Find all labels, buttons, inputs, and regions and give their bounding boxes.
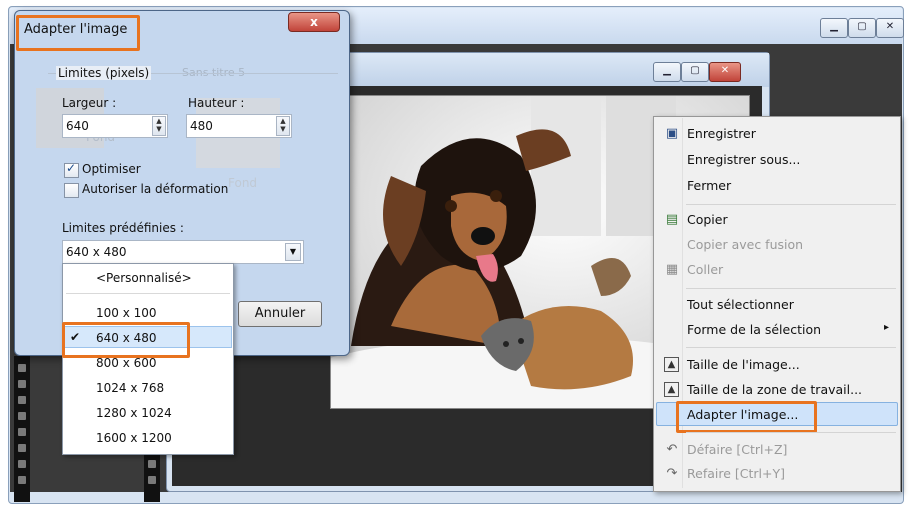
check-icon: ✔ <box>70 330 81 344</box>
optimize-checkbox[interactable]: ✓ <box>64 161 79 178</box>
dropdown-option-1024[interactable]: 1024 x 768 <box>96 381 164 395</box>
app-maximize-button[interactable]: ▢ <box>848 18 876 38</box>
dropdown-option-1280[interactable]: 1280 x 1024 <box>96 406 172 420</box>
image-close-button[interactable]: ✕ <box>709 62 741 82</box>
menu-item-copier-avec-fusion[interactable]: Copier avec fusion <box>687 237 803 252</box>
close-icon: x <box>310 15 318 29</box>
menu-separator <box>686 288 896 289</box>
app-close-button[interactable]: ✕ <box>876 18 904 38</box>
menu-item-fermer[interactable]: Fermer <box>687 178 731 193</box>
width-value: 640 <box>66 119 89 133</box>
menu-item-adapter-image[interactable]: Adapter l'image... <box>687 407 798 422</box>
width-spinner[interactable]: ▲ ▼ <box>152 116 166 136</box>
canvas-size-icon: ▲ <box>664 382 679 397</box>
menu-item-copier[interactable]: Copier <box>687 212 728 227</box>
close-icon: ✕ <box>720 65 730 76</box>
menu-separator <box>686 347 896 348</box>
menu-item-tout-selectionner[interactable]: Tout sélectionner <box>687 297 794 312</box>
spin-down-icon: ▼ <box>280 125 286 133</box>
ghost-thumb-label: Fond <box>228 176 258 190</box>
menu-separator <box>686 204 896 205</box>
height-value: 480 <box>190 119 213 133</box>
image-minimize-button[interactable]: ▁ <box>653 62 681 82</box>
cancel-button[interactable]: Annuler <box>238 301 322 327</box>
image-size-icon: ▲ <box>664 357 679 372</box>
save-icon: ▣ <box>665 126 679 141</box>
dropdown-option-800[interactable]: 800 x 600 <box>96 356 157 370</box>
filmstrip-left <box>14 356 30 502</box>
image-maximize-button[interactable]: ▢ <box>681 62 709 82</box>
menu-item-enregistrer[interactable]: Enregistrer <box>687 126 756 141</box>
dropdown-option-640[interactable]: 640 x 480 <box>96 331 157 345</box>
checkmark-icon: ✓ <box>66 161 77 175</box>
maximize-icon: ▢ <box>690 65 700 76</box>
app-minimize-button[interactable]: ▁ <box>820 18 848 38</box>
dropdown-separator <box>66 293 230 294</box>
dialog-title: Adapter l'image <box>24 22 128 37</box>
menu-item-enregistrer-sous[interactable]: Enregistrer sous... <box>687 152 800 167</box>
maximize-icon: ▢ <box>857 21 867 32</box>
minimize-icon: ▁ <box>663 65 671 76</box>
dropdown-option-1600[interactable]: 1600 x 1200 <box>96 431 172 445</box>
presets-value: 640 x 480 <box>66 245 127 259</box>
spin-up-icon: ▲ <box>156 117 162 125</box>
spin-up-icon: ▲ <box>280 117 286 125</box>
dropdown-option-custom[interactable]: <Personnalisé> <box>96 271 192 285</box>
menu-item-refaire[interactable]: Refaire [Ctrl+Y] <box>687 466 785 481</box>
presets-label: Limites prédéfinies : <box>62 221 184 235</box>
undo-icon: ↶ <box>666 442 678 457</box>
optimize-label: Optimiser <box>82 162 141 176</box>
group-label: Limites (pixels) <box>56 66 152 80</box>
copy-icon: ▤ <box>665 212 679 227</box>
menu-item-taille-zone-travail[interactable]: Taille de la zone de travail... <box>687 382 862 397</box>
height-spinner[interactable]: ▲ ▼ <box>276 116 290 136</box>
menu-item-taille-image[interactable]: Taille de l'image... <box>687 357 800 372</box>
submenu-arrow-icon: ▸ <box>884 322 890 333</box>
height-label: Hauteur : <box>188 96 245 110</box>
menu-item-defaire[interactable]: Défaire [Ctrl+Z] <box>687 442 787 457</box>
width-label: Largeur : <box>62 96 117 110</box>
menu-separator <box>686 432 896 433</box>
presets-select[interactable]: 640 x 480 ▼ <box>62 240 304 264</box>
paste-icon: ▦ <box>665 262 679 277</box>
dialog-close-button[interactable]: x <box>288 12 340 32</box>
redo-icon: ↷ <box>666 466 678 481</box>
allow-distort-label: Autoriser la déformation <box>82 182 229 196</box>
chevron-down-icon[interactable]: ▼ <box>285 243 301 261</box>
dropdown-option-100[interactable]: 100 x 100 <box>96 306 157 320</box>
menu-item-forme-selection[interactable]: Forme de la sélection <box>687 322 821 337</box>
close-icon: ✕ <box>885 21 895 32</box>
allow-distort-checkbox[interactable] <box>64 183 79 198</box>
spin-down-icon: ▼ <box>156 125 162 133</box>
minimize-icon: ▁ <box>830 21 838 32</box>
menu-item-coller[interactable]: Coller <box>687 262 723 277</box>
